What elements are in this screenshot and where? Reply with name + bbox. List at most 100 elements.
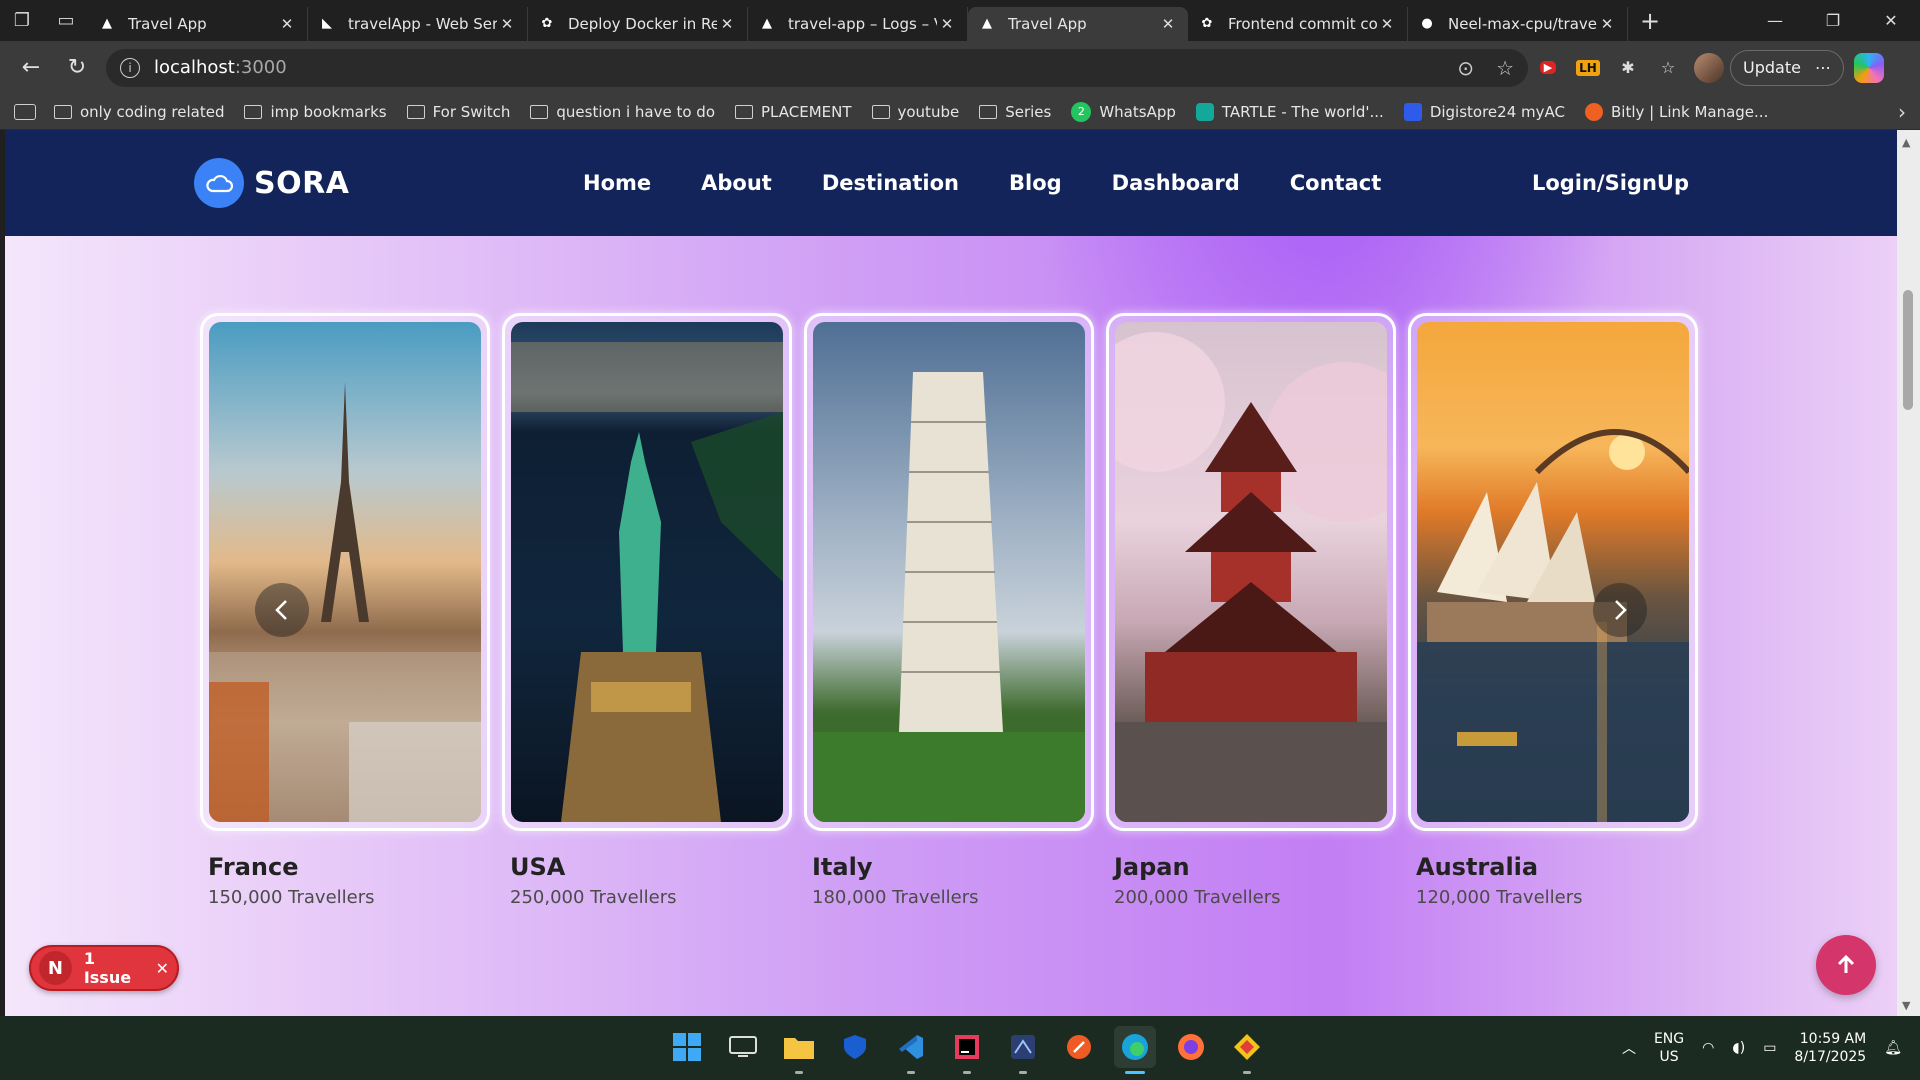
carousel-next-button[interactable] — [1593, 583, 1647, 637]
browser-tab[interactable]: ● Neel-max-cpu/travelA ✕ — [1408, 6, 1628, 41]
firefox-icon[interactable] — [1170, 1026, 1212, 1068]
close-tab-icon[interactable]: ✕ — [277, 15, 297, 33]
close-window-icon[interactable]: ✕ — [1862, 0, 1920, 41]
wifi-icon[interactable]: ◠ — [1702, 1040, 1714, 1056]
pagoda-cherry-blossom-image — [1115, 322, 1387, 822]
site-logo[interactable]: SORA — [194, 158, 349, 208]
language-indicator[interactable]: ENG US — [1654, 1030, 1684, 1066]
scroll-up-icon[interactable]: ▲ — [1902, 136, 1910, 149]
destination-card[interactable]: France 150,000 Travellers — [200, 313, 490, 908]
close-icon[interactable]: ✕ — [156, 959, 169, 978]
chevron-up-icon[interactable]: ︿ — [1622, 1038, 1636, 1058]
clock[interactable]: 10:59 AM 8/17/2025 — [1794, 1030, 1866, 1066]
bookmark-item[interactable]: 2 WhatsApp — [1071, 101, 1176, 122]
folder-icon — [244, 104, 263, 119]
workspaces-icon[interactable]: ❐ — [0, 0, 44, 41]
battery-icon[interactable]: ▭ — [1763, 1040, 1776, 1056]
close-tab-icon[interactable]: ✕ — [1597, 15, 1617, 33]
destination-card[interactable]: Italy 180,000 Travellers — [804, 313, 1094, 908]
reading-list-icon[interactable] — [14, 103, 36, 120]
profile-avatar[interactable] — [1694, 52, 1724, 83]
browser-tab[interactable]: ▲ Travel App ✕ — [88, 6, 308, 41]
extensions-puzzle-icon[interactable]: ✱ — [1608, 48, 1648, 88]
nav-contact[interactable]: Contact — [1290, 171, 1382, 195]
postman-icon[interactable] — [1058, 1026, 1100, 1068]
cloud-icon — [194, 158, 244, 208]
browser-tab[interactable]: ✿ Frontend commit con ✕ — [1188, 6, 1408, 41]
carousel-prev-button[interactable] — [255, 583, 309, 637]
close-tab-icon[interactable]: ✕ — [1158, 15, 1178, 33]
destination-card[interactable]: USA 250,000 Travellers — [502, 313, 792, 908]
bookmark-label: For Switch — [432, 102, 511, 121]
browser-tab-active[interactable]: ▲ Travel App ✕ — [968, 6, 1188, 41]
close-tab-icon[interactable]: ✕ — [937, 15, 957, 33]
bookmark-item[interactable]: question i have to do — [530, 103, 715, 121]
destination-travellers: 120,000 Travellers — [1416, 887, 1583, 908]
refresh-icon[interactable]: ↻ — [54, 48, 100, 88]
scroll-down-icon[interactable]: ▼ — [1902, 999, 1910, 1012]
tab-title: Neel-max-cpu/travelA — [1448, 14, 1597, 33]
close-tab-icon[interactable]: ✕ — [1377, 15, 1397, 33]
tab-title: Travel App — [1008, 14, 1087, 33]
back-icon[interactable]: ← — [8, 48, 54, 88]
close-tab-icon[interactable]: ✕ — [717, 15, 737, 33]
vscode-icon[interactable] — [890, 1026, 932, 1074]
site-info-icon[interactable]: i — [120, 57, 140, 78]
notifications-icon[interactable]: 🔔︎ — [1884, 1040, 1902, 1056]
browser-tab[interactable]: ✿ Deploy Docker in Ren ✕ — [528, 6, 748, 41]
page-scrollbar[interactable]: ▲ ▼ — [1897, 130, 1920, 1016]
nav-home[interactable]: Home — [583, 171, 651, 195]
browser-tab[interactable]: ▲ travel-app – Logs – Ve ✕ — [748, 6, 968, 41]
bookmark-item[interactable]: youtube — [871, 103, 959, 121]
intellij-icon[interactable] — [946, 1026, 988, 1074]
favorites-icon[interactable]: ☆ — [1648, 48, 1688, 88]
browser-tab[interactable]: ◣ travelApp - Web Serv ✕ — [308, 6, 528, 41]
read-aloud-icon[interactable]: ⊙ — [1457, 56, 1474, 80]
bookmark-item[interactable]: only coding related — [54, 103, 224, 121]
bookmark-item[interactable]: imp bookmarks — [244, 102, 387, 121]
file-explorer-icon[interactable] — [778, 1026, 820, 1074]
security-app-icon[interactable] — [834, 1026, 876, 1068]
favorite-star-icon[interactable]: ☆ — [1496, 56, 1514, 80]
close-tab-icon[interactable]: ✕ — [497, 15, 517, 33]
remote-desktop-icon[interactable] — [722, 1026, 764, 1068]
bookmark-item[interactable]: For Switch — [406, 102, 511, 121]
sql-tool-icon[interactable] — [1002, 1026, 1044, 1074]
lighthouse-extension-icon[interactable]: LH — [1568, 48, 1608, 88]
bookmark-label: TARTLE - The world'... — [1221, 102, 1384, 121]
running-indicator — [1125, 1071, 1145, 1074]
windows-start-icon[interactable] — [666, 1026, 708, 1068]
copilot-icon[interactable] — [1853, 52, 1884, 83]
vertical-tabs-icon[interactable]: ▭ — [44, 0, 88, 41]
youtube-extension-icon[interactable]: ▶ — [1528, 48, 1568, 88]
bookmark-item[interactable]: PLACEMENT — [735, 103, 852, 121]
bookmark-item[interactable]: TARTLE - The world'... — [1195, 102, 1384, 121]
more-options-icon[interactable]: ⋯ — [1815, 58, 1831, 77]
git-tool-icon[interactable] — [1226, 1026, 1268, 1074]
volume-icon[interactable]: ◖) — [1732, 1040, 1745, 1056]
chevron-right-icon[interactable]: › — [1898, 100, 1906, 124]
destination-card[interactable]: Japan 200,000 Travellers — [1106, 313, 1396, 908]
scrollbar-thumb[interactable] — [1903, 290, 1913, 410]
bookmark-item[interactable]: Bitly | Link Manage... — [1584, 102, 1768, 121]
bookmark-item[interactable]: Series — [979, 103, 1051, 121]
destination-card[interactable]: Australia 120,000 Travellers — [1408, 313, 1698, 908]
scroll-to-top-button[interactable] — [1816, 935, 1876, 995]
tab-title: Deploy Docker in Ren — [568, 14, 717, 33]
nav-dashboard[interactable]: Dashboard — [1112, 171, 1240, 195]
minimize-icon[interactable]: — — [1746, 0, 1804, 41]
nav-about[interactable]: About — [701, 171, 772, 195]
new-tab-button[interactable]: + — [1628, 7, 1672, 35]
update-button[interactable]: Update ⋯ — [1730, 49, 1844, 86]
restore-icon[interactable]: ❐ — [1804, 0, 1862, 41]
address-bar[interactable]: i localhost:3000 ⊙ ☆ — [106, 48, 1528, 87]
clock-date: 8/17/2025 — [1794, 1049, 1867, 1065]
bookmark-item[interactable]: Digistore24 myAC — [1403, 102, 1565, 121]
login-signup-link[interactable]: Login/SignUp — [1532, 130, 1689, 236]
nav-destination[interactable]: Destination — [822, 171, 959, 195]
url-port: :3000 — [234, 57, 287, 78]
bookmark-label: imp bookmarks — [270, 102, 387, 121]
edge-browser-icon[interactable] — [1114, 1026, 1156, 1074]
nextjs-issue-badge[interactable]: N 1 Issue ✕ — [29, 945, 179, 991]
nav-blog[interactable]: Blog — [1009, 171, 1062, 195]
